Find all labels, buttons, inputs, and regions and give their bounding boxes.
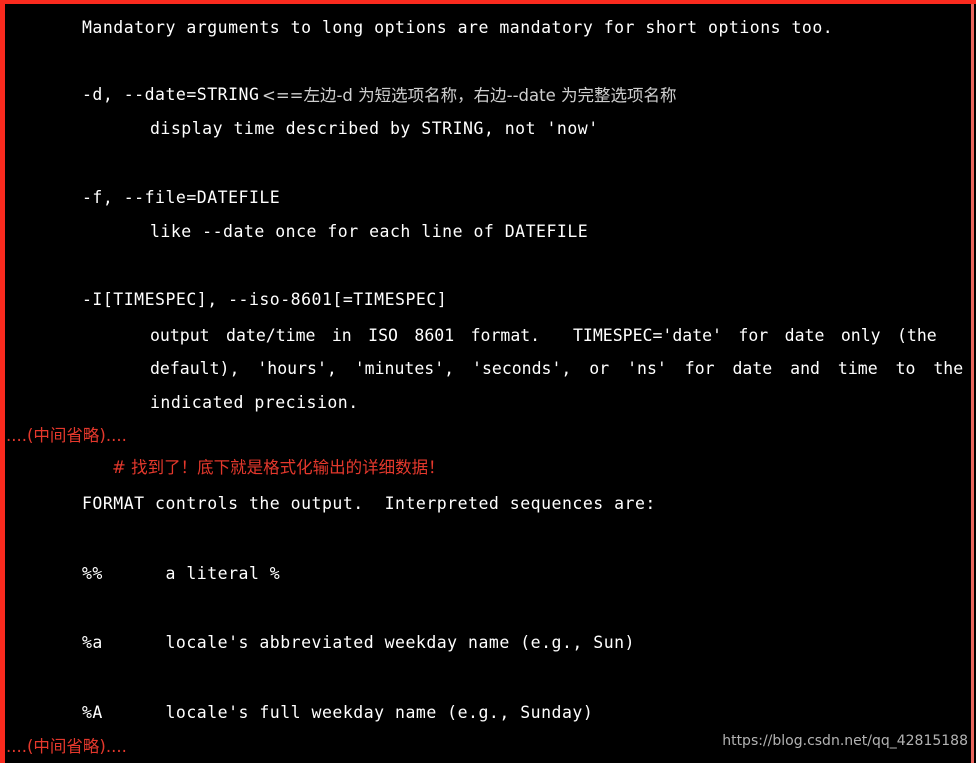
option-date-description: display time described by STRING, not 'n…	[150, 119, 599, 138]
option-file-short-long: -f, --file=DATEFILE	[82, 188, 281, 207]
option-iso8601-short-long: -I[TIMESPEC], --iso-8601[=TIMESPEC]	[82, 290, 448, 309]
terminal-screenshot: Mandatory arguments to long options are …	[0, 0, 976, 763]
format-controls-output-line: FORMAT controls the output. Interpreted …	[82, 494, 656, 513]
format-sequence-full-weekday: %A locale's full weekday name (e.g., Sun…	[82, 703, 594, 722]
format-sequence-percent-literal: %% a literal %	[82, 564, 281, 583]
option-date-short-long: -d, --date=STRING	[82, 85, 260, 104]
frame-border-right	[971, 4, 974, 763]
terminal-output-area[interactable]: Mandatory arguments to long options are …	[5, 4, 971, 763]
csdn-blog-watermark: https://blog.csdn.net/qq_42815188	[722, 733, 968, 749]
annotation-found-format-section: # 找到了！底下就是格式化输出的详细数据！	[112, 458, 445, 477]
help-line-mandatory-arguments: Mandatory arguments to long options are …	[82, 18, 834, 37]
option-iso8601-description-line1: output date/time in ISO 8601 format. TIM…	[150, 326, 937, 345]
annotation-omitted-middle-bottom: ....(中间省略)....	[6, 737, 127, 756]
option-iso8601-description-line2: default), 'hours', 'minutes', 'seconds',…	[150, 359, 964, 378]
annotation-omitted-middle-top: ....(中间省略)....	[6, 426, 127, 445]
option-iso8601-description-line3: indicated precision.	[150, 393, 359, 412]
option-file-description: like --date once for each line of DATEFI…	[150, 222, 589, 241]
format-sequence-abbrev-weekday: %a locale's abbreviated weekday name (e.…	[82, 633, 635, 652]
annotation-date-option-cn: <==左边-d 为短选项名称，右边--date 为完整选项名称	[262, 86, 677, 105]
